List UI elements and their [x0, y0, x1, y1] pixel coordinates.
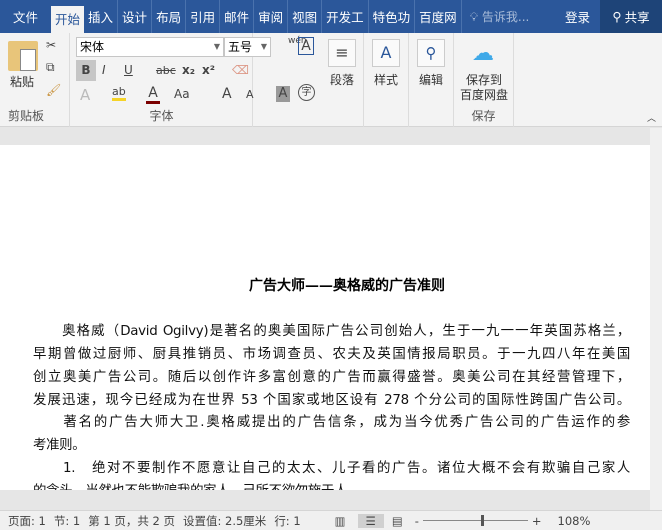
font-name-value: 宋体 — [80, 40, 105, 54]
copy-icon[interactable]: ⧉ — [46, 60, 55, 75]
zoom-level[interactable]: 108% — [558, 514, 591, 528]
styles-group: A 样式 — [364, 33, 409, 127]
zoom-slider-thumb[interactable] — [480, 515, 484, 526]
chevron-down-icon: ▼ — [213, 42, 220, 51]
baidu-cloud-icon[interactable]: ☁ — [472, 41, 494, 66]
search-icon[interactable]: ⚲ — [417, 39, 445, 67]
paste-button[interactable]: 粘贴 — [10, 73, 34, 90]
share-label: 共享 — [624, 10, 650, 25]
zoom-in-button[interactable]: + — [532, 514, 542, 528]
save-label: 保存 — [471, 109, 496, 123]
format-painter-icon[interactable]: 🖌︎ — [46, 83, 61, 97]
print-layout-icon[interactable]: ☰ — [357, 513, 384, 528]
grow-font-button[interactable]: A — [222, 86, 232, 102]
styles-button[interactable]: 样式 — [374, 71, 398, 88]
paste-icon[interactable] — [8, 41, 38, 71]
collapse-ribbon-icon[interactable]: ︿ — [647, 111, 656, 124]
font-color-icon[interactable]: A — [146, 85, 160, 104]
document-title: 广告大师——奥格威的广告准则 — [249, 278, 445, 294]
text-line: 考准则。 — [33, 438, 86, 453]
person-add-icon: ⚲ — [612, 9, 622, 24]
status-bar: 页面: 1 节: 1 第 1 页，共 2 页 设置值: 2.5厘米 行: 1 ▥… — [0, 510, 662, 530]
tab-baidu[interactable]: 百度网 — [415, 0, 462, 33]
tab-insert[interactable]: 插入 — [84, 0, 119, 33]
tab-design[interactable]: 设计 — [118, 0, 153, 33]
cut-icon[interactable]: ✂ — [46, 38, 56, 52]
read-mode-icon[interactable]: ▥ — [335, 514, 346, 528]
status-section: 节: 1 — [53, 513, 81, 528]
document-page[interactable]: 广告大师——奥格威的广告准则 奥格威（David Ogilvy)是著名的奥美国际… — [0, 145, 650, 510]
italic-button[interactable]: I — [102, 63, 106, 77]
styles-icon[interactable]: A — [372, 39, 400, 67]
save-line1: 保存到 — [465, 73, 502, 87]
text-line: 奥格威（David Ogilvy)是著名的奥美国际广告公司创始人，生于一九一一年… — [33, 324, 630, 339]
text-line: 早期曾做过厨师、厨具推销员、市场调查员、农夫及英国情报局职员。于一九四八年在美国 — [33, 347, 630, 362]
ribbon: 粘贴 ✂ ⧉ 🖌︎ 剪贴板 宋体 ▼ 五号 ▼ B I U abc x₂ x² ⌫ … — [0, 33, 662, 127]
highlight-icon[interactable]: ab — [112, 85, 126, 101]
tab-references[interactable]: 引用 — [186, 0, 221, 33]
editing-group: ⚲ 编辑 — [409, 33, 454, 127]
strikethrough-button[interactable]: abc — [156, 64, 176, 77]
share-button[interactable]: ⚲ 共享 — [600, 0, 662, 33]
clear-formatting-icon[interactable]: ⌫ — [232, 63, 249, 77]
zoom-out-button[interactable]: - — [415, 514, 419, 528]
tab-review[interactable]: 审阅 — [254, 0, 289, 33]
paragraph-group: ≡ 段落 — [322, 33, 364, 127]
text-line: 创立奥美广告公司。随后以创作许多富创意的广告而赢得盛誉。奥美公司在其经营管理下， — [33, 370, 630, 385]
enclose-char-button[interactable]: 字 — [298, 84, 315, 101]
editing-button[interactable]: 编辑 — [419, 71, 443, 88]
tell-me-box[interactable]: 💡︎ 告诉我... — [462, 8, 530, 25]
web-layout-icon[interactable]: ▤ — [392, 514, 403, 528]
text-effects-icon[interactable]: A — [80, 86, 90, 104]
superscript-button[interactable]: x² — [202, 63, 215, 77]
document-area: 广告大师——奥格威的广告准则 奥格威（David Ogilvy)是著名的奥美国际… — [0, 128, 650, 510]
underline-button[interactable]: U — [124, 63, 133, 77]
tab-mailings[interactable]: 邮件 — [220, 0, 255, 33]
subscript-button[interactable]: x₂ — [182, 63, 195, 77]
tab-file[interactable]: 文件 — [0, 0, 51, 33]
save-to-baidu-button[interactable]: 保存到 百度网盘 — [458, 73, 510, 103]
login-button[interactable]: 登录 — [555, 7, 600, 26]
char-border-button[interactable]: A — [298, 37, 314, 55]
status-page-of[interactable]: 第 1 页，共 2 页 — [88, 513, 175, 529]
tab-developer[interactable]: 开发工 — [322, 0, 369, 33]
save-group: ☁ 保存到 百度网盘 保存 — [454, 33, 514, 127]
lightbulb-icon: 💡︎ — [469, 10, 479, 24]
tab-features[interactable]: 特色功 — [369, 0, 416, 33]
status-setting: 设置值: 2.5厘米 — [182, 513, 267, 528]
save-line2: 百度网盘 — [459, 88, 508, 102]
status-page: 页面: 1 — [8, 513, 46, 528]
paragraph-icon[interactable]: ≡ — [328, 39, 356, 67]
text-line: 1. 绝对不要制作不愿意让自己的太太、儿子看的广告。诸位大概不会有欺骗自己家人 — [33, 461, 630, 476]
font-size-value: 五号 — [228, 40, 253, 54]
zoom-slider[interactable] — [422, 515, 528, 526]
vertical-scrollbar[interactable] — [650, 128, 662, 510]
text-line: 著名的广告大师大卫.奥格威提出的广告信条，成为当今优秀广告公司的广告运作的参 — [33, 415, 630, 430]
change-case-button[interactable]: Aa — [174, 87, 190, 101]
font-label: 字体 — [149, 109, 174, 123]
tell-me-text: 告诉我... — [481, 10, 530, 24]
paragraph-button[interactable]: 段落 — [330, 71, 354, 88]
tab-view[interactable]: 视图 — [288, 0, 323, 33]
tab-home[interactable]: 开始 — [51, 6, 85, 33]
text-line: 发展迅速，现今已经成为在世界 53 个国家或地区设有 278 个分公司的国际性跨… — [33, 393, 630, 408]
status-row: 行: 1 — [274, 513, 301, 528]
bold-button[interactable]: B — [76, 60, 96, 81]
ribbon-tabs: 文件 开始 插入 设计 布局 引用 邮件 审阅 视图 开发工 特色功 百度网 💡… — [0, 0, 662, 33]
font-group: 宋体 ▼ 五号 ▼ B I U abc x₂ x² ⌫ A ab A Aa A A … — [70, 33, 315, 127]
page-gap — [0, 490, 650, 510]
tab-layout[interactable]: 布局 — [152, 0, 187, 33]
font-name-select[interactable]: 宋体 ▼ — [76, 37, 224, 57]
